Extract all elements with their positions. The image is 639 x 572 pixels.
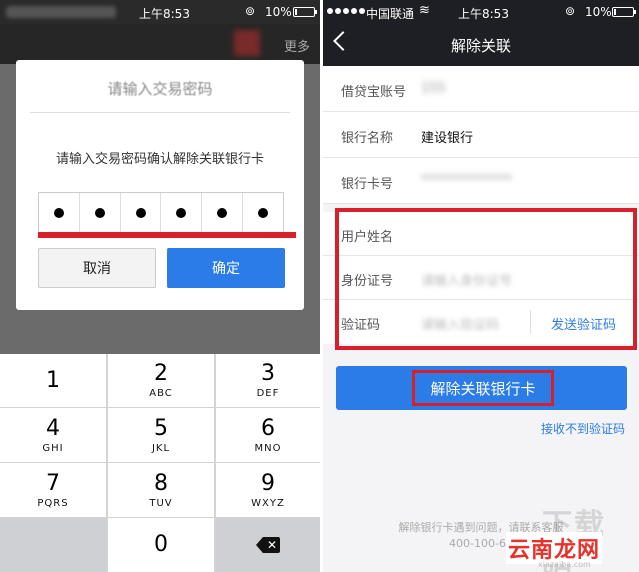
battery-fill bbox=[295, 9, 297, 15]
unbind-card-button[interactable]: 解除关联银行卡 bbox=[336, 366, 627, 410]
left-phone-screen: 上午8:53 ⊚ 10% 更多 请输入交易密码 请输入交易密码确认解除关联银行卡… bbox=[0, 0, 320, 572]
key-digit: 5 bbox=[154, 415, 168, 441]
battery-icon bbox=[612, 7, 636, 17]
site-watermark: 下载吧 云南龙网 xiazaiba.com bbox=[502, 508, 632, 572]
unbind-card-label: 解除关联银行卡 bbox=[412, 370, 554, 406]
key-letters: DEF bbox=[256, 388, 280, 399]
pin-dot bbox=[94, 208, 105, 218]
alarm-icon: ⊚ bbox=[245, 4, 256, 18]
key-0[interactable]: 0 bbox=[108, 518, 214, 572]
key-4[interactable]: 4 GHI bbox=[0, 408, 106, 462]
key-9[interactable]: 9 WXYZ bbox=[216, 463, 320, 517]
blurred-app-icon bbox=[234, 30, 260, 56]
info-label: 银行名称 bbox=[341, 131, 394, 146]
pin-dot bbox=[176, 208, 187, 218]
key-digit: 0 bbox=[154, 532, 168, 557]
key-letters: PQRS bbox=[37, 497, 69, 509]
status-bar: 上午8:53 ⊚ 10% bbox=[0, 0, 320, 24]
pin-cell bbox=[161, 193, 203, 233]
signal-icon bbox=[327, 8, 365, 14]
top-bar: 中国联通 ≋ 上午8:53 ⊚ 10% 解除关联 bbox=[323, 0, 639, 66]
pin-cell bbox=[39, 193, 80, 233]
info-row-bank: 银行名称 建设银行 bbox=[323, 112, 639, 158]
key-letters: TUV bbox=[149, 497, 173, 509]
more-link[interactable]: 更多 bbox=[284, 36, 310, 55]
status-time: 上午8:53 bbox=[458, 7, 509, 21]
pin-dot bbox=[217, 208, 228, 218]
numeric-keypad: 1 2 ABC 3 DEF 4 GHI 5 JKL 6 MNO 7 PQRS 8 TUV 9 WXYZ 0 ✕ bbox=[0, 354, 320, 572]
info-value: 155 bbox=[421, 81, 446, 96]
battery-fill bbox=[614, 9, 616, 15]
info-label: 借贷宝账号 bbox=[341, 85, 407, 100]
backspace-icon: ✕ bbox=[256, 537, 280, 553]
status-time: 上午8:53 bbox=[139, 7, 190, 21]
key-letters: MNO bbox=[254, 442, 282, 454]
background-nav-bar: 更多 bbox=[0, 24, 320, 64]
pin-dot bbox=[53, 208, 64, 218]
key-digit: 4 bbox=[46, 415, 60, 441]
pin-input[interactable] bbox=[38, 192, 284, 234]
blurred-carrier bbox=[6, 6, 116, 18]
pin-cell bbox=[243, 193, 283, 233]
dialog-title: 请输入交易密码 bbox=[107, 80, 213, 98]
pin-cell bbox=[121, 193, 162, 233]
key-letters: JKL bbox=[151, 442, 171, 454]
key-1[interactable]: 1 bbox=[0, 354, 106, 407]
password-dialog: 请输入交易密码 请输入交易密码确认解除关联银行卡 取消 确定 bbox=[16, 60, 304, 310]
battery-icon bbox=[293, 7, 317, 17]
pin-cell bbox=[80, 193, 121, 233]
key-2[interactable]: 2 ABC bbox=[108, 354, 214, 407]
account-info-list: 借贷宝账号 155 银行名称 建设银行 银行卡号 ************** bbox=[323, 66, 639, 204]
key-letters: GHI bbox=[42, 442, 64, 454]
dialog-prompt: 请输入交易密码确认解除关联银行卡 bbox=[55, 152, 264, 167]
key-blank bbox=[0, 518, 106, 572]
key-3[interactable]: 3 DEF bbox=[216, 354, 320, 407]
battery-percent: 10% bbox=[265, 5, 292, 19]
key-7[interactable]: 7 PQRS bbox=[0, 463, 106, 517]
battery-percent: 10% bbox=[585, 5, 612, 19]
key-letters: ABC bbox=[149, 388, 173, 399]
key-digit: 9 bbox=[261, 470, 275, 496]
key-5[interactable]: 5 JKL bbox=[108, 408, 214, 462]
key-digit: 2 bbox=[154, 361, 168, 386]
key-8[interactable]: 8 TUV bbox=[108, 463, 214, 517]
pin-cell bbox=[202, 193, 244, 233]
pin-dot bbox=[135, 208, 146, 218]
confirm-button[interactable]: 确定 bbox=[167, 248, 285, 288]
info-value: 建设银行 bbox=[421, 131, 474, 146]
key-digit: 8 bbox=[154, 470, 168, 496]
info-row-account: 借贷宝账号 155 bbox=[323, 66, 639, 112]
watermark-sub: xiazaiba.com bbox=[538, 560, 591, 569]
delete-key[interactable]: ✕ bbox=[216, 518, 320, 572]
key-digit: 7 bbox=[46, 470, 60, 496]
wifi-icon: ≋ bbox=[419, 3, 430, 18]
key-digit: 6 bbox=[261, 415, 275, 441]
key-6[interactable]: 6 MNO bbox=[216, 408, 320, 462]
info-value: ************** bbox=[421, 173, 512, 188]
highlight-underline bbox=[38, 232, 296, 238]
info-label: 银行卡号 bbox=[341, 177, 394, 192]
key-letters: WXYZ bbox=[251, 497, 285, 509]
right-phone-screen: 中国联通 ≋ 上午8:53 ⊚ 10% 解除关联 借贷宝账号 155 银行名称 … bbox=[323, 0, 639, 572]
key-digit: 3 bbox=[261, 361, 275, 386]
page-title: 解除关联 bbox=[450, 37, 511, 55]
info-row-card: 银行卡号 ************** bbox=[323, 158, 639, 204]
form-highlight-box bbox=[335, 208, 637, 350]
alarm-icon: ⊚ bbox=[565, 4, 576, 18]
key-digit: 1 bbox=[46, 367, 60, 393]
dialog-divider bbox=[30, 112, 290, 113]
pin-dot bbox=[258, 208, 269, 218]
cancel-button[interactable]: 取消 bbox=[38, 248, 156, 288]
carrier-name: 中国联通 bbox=[366, 7, 415, 21]
no-code-link[interactable]: 接收不到验证码 bbox=[541, 420, 625, 437]
